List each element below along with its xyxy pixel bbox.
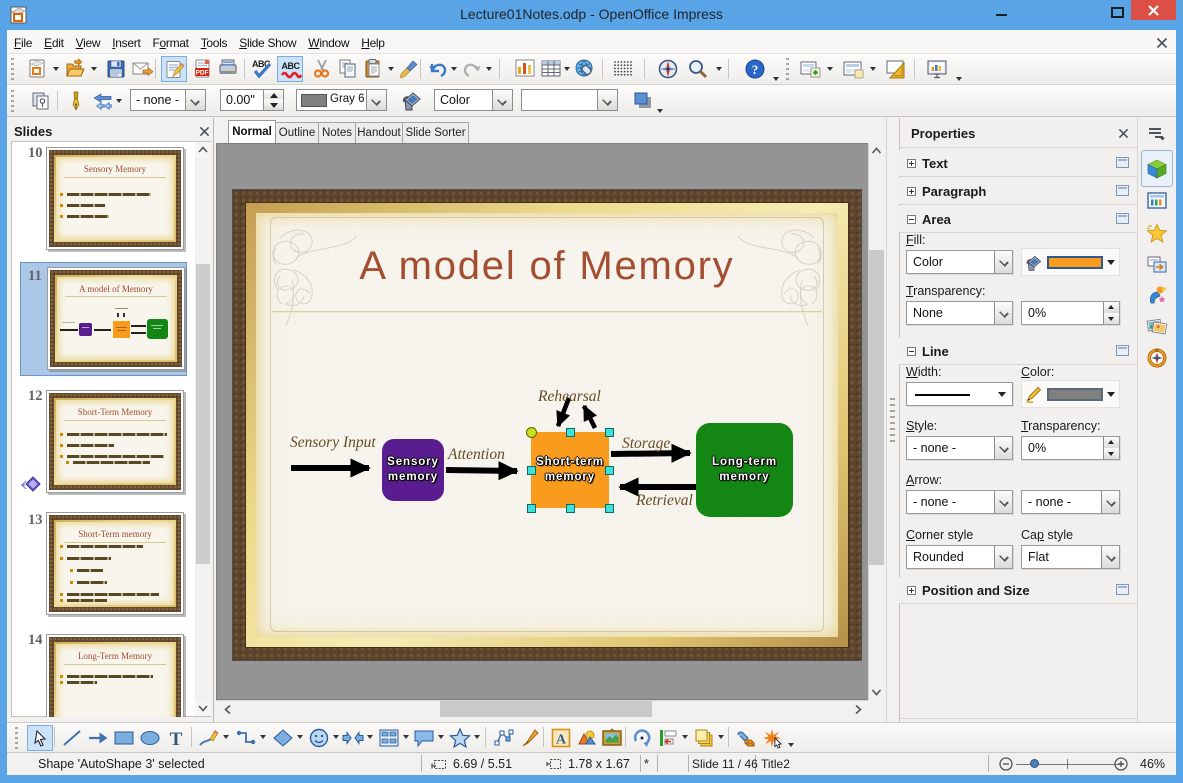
svg-text:T: T bbox=[170, 729, 183, 749]
svg-text:ABC: ABC bbox=[282, 61, 301, 71]
svg-text:?: ? bbox=[752, 62, 759, 77]
svg-text:N: N bbox=[1156, 348, 1159, 353]
svg-text:A: A bbox=[556, 733, 567, 748]
svg-text:PDF: PDF bbox=[196, 70, 209, 77]
